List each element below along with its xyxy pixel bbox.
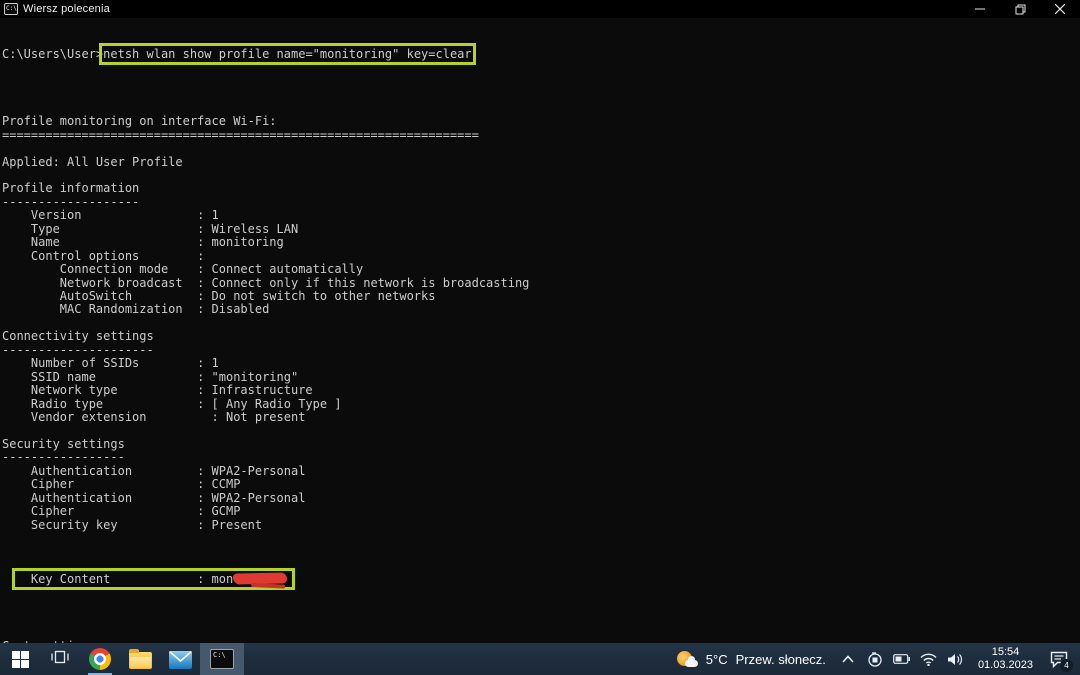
weather-sun-cloud-icon — [676, 649, 698, 669]
minimize-icon — [975, 4, 985, 14]
console-line: Applied: All User Profile — [2, 156, 1080, 169]
console-line — [2, 169, 1080, 182]
battery-button[interactable] — [893, 650, 911, 668]
key-content-visible-value: mon — [212, 572, 234, 586]
meet-now-icon — [867, 651, 883, 667]
key-content-highlight-box: Key Content : mon — [16, 572, 291, 586]
window-controls — [960, 0, 1080, 18]
action-center-button[interactable]: 4 — [1046, 647, 1072, 671]
restore-button[interactable] — [1000, 0, 1040, 18]
key-line-prefix — [2, 572, 16, 586]
prompt-text: C:\Users\User> — [2, 47, 103, 61]
chrome-icon — [89, 648, 111, 670]
console-line: Control options : — [2, 250, 1080, 263]
console-line: Cipher : GCMP — [2, 505, 1080, 518]
console-line — [2, 317, 1080, 330]
volume-icon — [948, 653, 964, 666]
weather-widget[interactable]: 5°C Przew. słonecz. — [672, 649, 830, 669]
console-line: Authentication : WPA2-Personal — [2, 465, 1080, 478]
desktop-screen: C:\ Wiersz polecenia — [0, 0, 1080, 675]
weather-condition: Przew. słonecz. — [736, 652, 826, 667]
system-tray: 5°C Przew. słonecz. — [672, 643, 1080, 675]
console-line: Authentication : WPA2-Personal — [2, 492, 1080, 505]
password-redaction-scribble — [233, 572, 287, 584]
console-line — [2, 626, 1080, 639]
console-line: Number of SSIDs : 1 — [2, 357, 1080, 370]
task-view-icon — [51, 649, 69, 670]
output-lines-after-key: Cost settings------------- Cost : Unrest… — [2, 626, 1080, 643]
meet-now-button[interactable] — [866, 650, 884, 668]
clock-time: 15:54 — [992, 646, 1020, 659]
console-line: Vendor extension : Not present — [2, 411, 1080, 424]
command-prompt-button[interactable]: C:\ — [200, 643, 244, 675]
highlighted-command: netsh wlan show profile name="monitoring… — [103, 47, 471, 61]
console-line: ========================================… — [2, 129, 1080, 142]
console-line — [2, 102, 1080, 115]
console-line: Network broadcast : Connect only if this… — [2, 277, 1080, 290]
mail-icon — [169, 651, 192, 669]
console-output[interactable]: C:\Users\User>netsh wlan show profile na… — [0, 18, 1080, 643]
file-explorer-icon — [129, 652, 152, 669]
console-line: ----------------- — [2, 451, 1080, 464]
key-content-line: Key Content : mon — [2, 573, 1080, 586]
console-line: SSID name : "monitoring" — [2, 371, 1080, 384]
console-line: Name : monitoring — [2, 236, 1080, 249]
key-content-label: Key Content : — [16, 572, 211, 586]
wifi-icon — [920, 653, 937, 666]
close-button[interactable] — [1040, 0, 1080, 18]
weather-temperature: 5°C — [706, 652, 728, 667]
console-line: Type : Wireless LAN — [2, 223, 1080, 236]
console-line: Network type : Infrastructure — [2, 384, 1080, 397]
console-line — [2, 142, 1080, 155]
network-button[interactable] — [920, 650, 938, 668]
command-prompt-icon: C:\ — [210, 649, 234, 669]
battery-icon — [893, 654, 910, 664]
console-line: Profile information — [2, 182, 1080, 195]
taskbar-clock[interactable]: 15:54 01.03.2023 — [974, 646, 1037, 672]
window-titlebar[interactable]: C:\ Wiersz polecenia — [0, 0, 1080, 18]
window-title: Wiersz polecenia — [23, 3, 110, 15]
console-line: ------------------- — [2, 196, 1080, 209]
console-line: Connectivity settings — [2, 330, 1080, 343]
console-line: AutoSwitch : Do not switch to other netw… — [2, 290, 1080, 303]
start-button[interactable] — [0, 643, 40, 675]
output-lines-before-key: Profile monitoring on interface Wi-Fi:==… — [2, 102, 1080, 532]
restore-icon — [1015, 4, 1026, 15]
console-line: Security key : Present — [2, 519, 1080, 532]
minimize-button[interactable] — [960, 0, 1000, 18]
taskbar: C:\ 5°C Przew. słonecz. — [0, 643, 1080, 675]
notification-count-badge: 4 — [1060, 659, 1073, 672]
volume-button[interactable] — [947, 650, 965, 668]
task-view-button[interactable] — [40, 643, 80, 675]
console-line: Radio type : [ Any Radio Type ] — [2, 398, 1080, 411]
mail-button[interactable] — [160, 643, 200, 675]
chevron-up-icon — [842, 655, 854, 663]
console-line — [2, 425, 1080, 438]
clock-date: 01.03.2023 — [978, 659, 1033, 672]
show-hidden-icons-button[interactable] — [839, 650, 857, 668]
console-line: Cipher : CCMP — [2, 478, 1080, 491]
close-icon — [1055, 4, 1065, 14]
file-explorer-button[interactable] — [120, 643, 160, 675]
console-line: Version : 1 — [2, 209, 1080, 222]
console-line: Connection mode : Connect automatically — [2, 263, 1080, 276]
console-line: Security settings — [2, 438, 1080, 451]
taskbar-app-buttons: C:\ — [0, 643, 244, 675]
cmd-window-icon: C:\ — [4, 3, 18, 15]
console-line: --------------------- — [2, 344, 1080, 357]
console-line: MAC Randomization : Disabled — [2, 303, 1080, 316]
windows-start-icon — [12, 651, 29, 668]
console-line: Profile monitoring on interface Wi-Fi: — [2, 115, 1080, 128]
chrome-button[interactable] — [80, 643, 120, 675]
command-line: C:\Users\User>netsh wlan show profile na… — [2, 48, 1080, 61]
